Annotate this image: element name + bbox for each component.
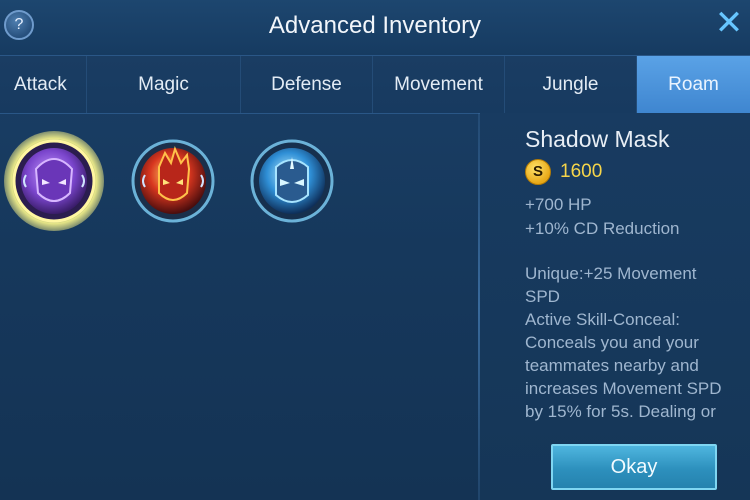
fire-mask-icon xyxy=(131,139,215,223)
close-button[interactable]: ✕ xyxy=(714,6,744,40)
item-shadow-mask[interactable] xyxy=(4,131,104,231)
tab-defense[interactable]: Defense xyxy=(241,56,373,113)
tab-attack[interactable]: Attack xyxy=(0,56,87,113)
item-ice-mask[interactable] xyxy=(250,139,334,223)
gold-coin-icon: S xyxy=(525,159,551,185)
description-line: teammates nearby and xyxy=(525,356,699,375)
item-name: Shadow Mask xyxy=(525,126,670,152)
description-line: SPD xyxy=(525,287,560,306)
item-grid xyxy=(0,113,478,500)
item-description: Unique:+25 Movement SPD Active Skill-Con… xyxy=(525,262,745,423)
description-line: Active Skill-Conceal: xyxy=(525,310,680,329)
tab-movement[interactable]: Movement xyxy=(373,56,505,113)
stat-line: +700 HP xyxy=(525,195,592,214)
okay-button[interactable]: Okay xyxy=(551,444,717,490)
tab-magic[interactable]: Magic xyxy=(87,56,241,113)
description-line: Unique:+25 Movement xyxy=(525,264,697,283)
item-price: 1600 xyxy=(560,161,603,182)
item-fire-mask[interactable] xyxy=(131,139,215,223)
description-line: by 15% for 5s. Dealing or xyxy=(525,402,716,421)
description-line: Conceals you and your xyxy=(525,333,699,352)
price-row: S 1600 xyxy=(525,159,602,185)
category-tabs: Attack Magic Defense Movement Jungle Roa… xyxy=(0,55,750,114)
item-details-panel: Shadow Mask S 1600 +700 HP +10% CD Reduc… xyxy=(480,113,750,500)
ice-mask-icon xyxy=(250,139,334,223)
item-stats: +700 HP +10% CD Reduction xyxy=(525,193,680,241)
shadow-mask-icon xyxy=(12,139,96,223)
header-bar: ? Advanced Inventory ✕ xyxy=(0,0,750,55)
description-line: increases Movement SPD xyxy=(525,379,722,398)
tab-roam[interactable]: Roam xyxy=(637,56,750,113)
tab-jungle[interactable]: Jungle xyxy=(505,56,637,113)
stat-line: +10% CD Reduction xyxy=(525,219,680,238)
window-title: Advanced Inventory xyxy=(268,12,482,39)
advanced-inventory-window: ? Advanced Inventory ✕ Attack Magic Defe… xyxy=(0,0,750,500)
